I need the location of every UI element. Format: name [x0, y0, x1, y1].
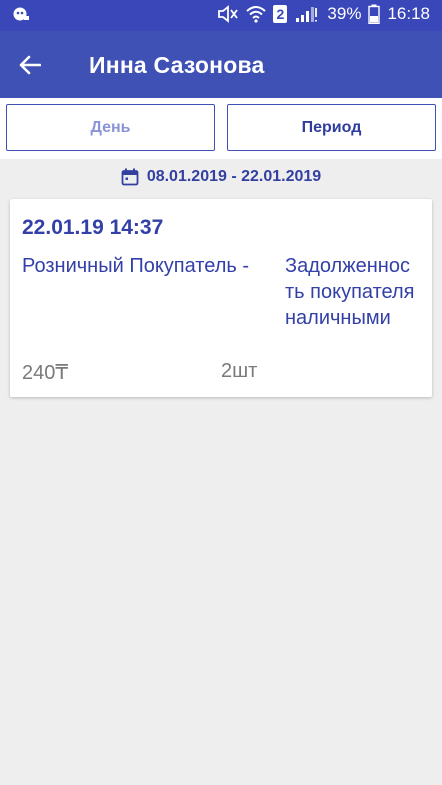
sim-icon: 2: [273, 5, 288, 23]
date-range-label: 08.01.2019 - 22.01.2019: [146, 168, 322, 185]
notification-icon: [12, 6, 30, 22]
status-bar: 2 39% 16:18: [0, 0, 442, 31]
date-range[interactable]: 08.01.2019 - 22.01.2019: [0, 164, 442, 190]
day-button[interactable]: День: [6, 104, 215, 151]
battery-percent: 39%: [327, 4, 362, 23]
transaction-amount: 240₸: [22, 362, 69, 384]
back-button[interactable]: [10, 45, 50, 85]
sim-slot-label: 2: [276, 6, 285, 22]
mute-icon: [217, 5, 239, 23]
battery-icon: [368, 4, 381, 24]
wifi-icon: [246, 5, 267, 23]
calendar-icon: [121, 168, 139, 186]
transaction-client: Розничный Покупатель -: [22, 255, 250, 277]
app-bar: Инна Сазонова: [0, 31, 442, 98]
clock: 16:18: [387, 4, 430, 23]
page-title: Инна Сазонова: [89, 52, 265, 78]
arrow-back-icon: [19, 55, 41, 75]
transaction-quantity: 2шт: [221, 360, 258, 382]
transaction-description: Задолженность покупателя наличными: [285, 255, 415, 329]
transaction-card[interactable]: 22.01.19 14:37 Розничный Покупатель - За…: [10, 199, 432, 397]
period-selector: День Период: [0, 98, 442, 159]
transaction-datetime: 22.01.19 14:37: [22, 216, 164, 239]
signal-icon: [294, 5, 320, 23]
period-button[interactable]: Период: [227, 104, 436, 151]
